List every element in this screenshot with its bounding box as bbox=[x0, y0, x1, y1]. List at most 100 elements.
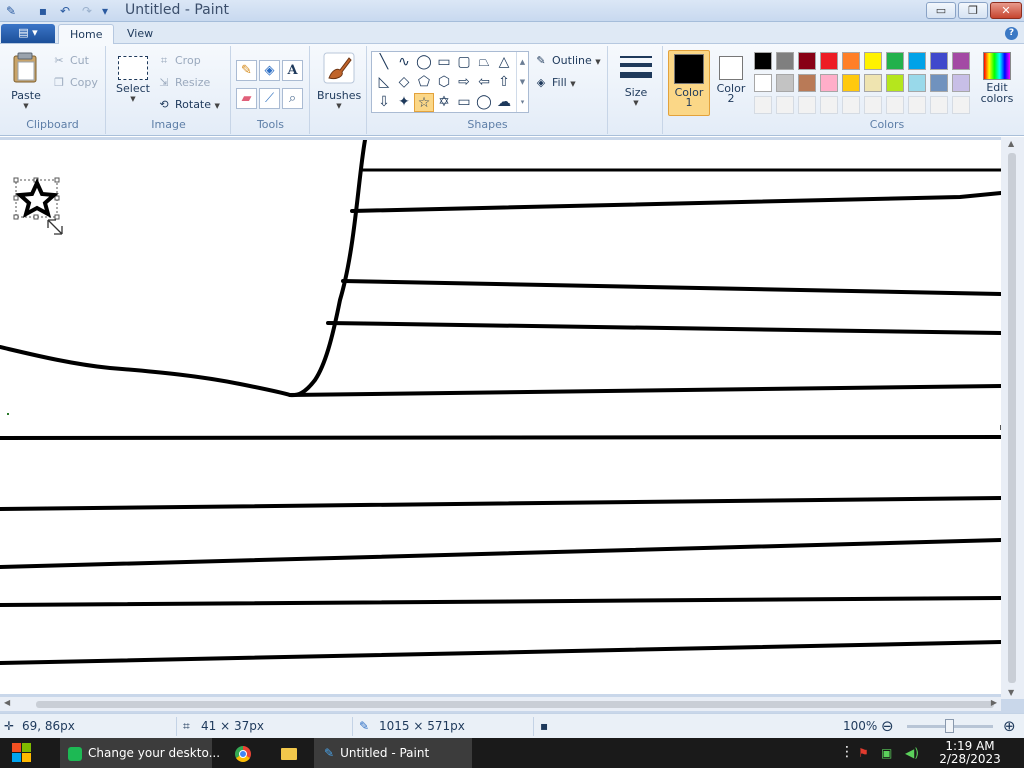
oval-callout-shape-icon[interactable]: ◯ bbox=[474, 93, 494, 112]
select-button[interactable]: Select ▼ bbox=[113, 56, 153, 103]
fill-bucket-icon[interactable]: ◈ bbox=[259, 60, 280, 81]
palette-swatch[interactable] bbox=[908, 96, 926, 114]
polygon-shape-icon[interactable]: ⏢ bbox=[474, 53, 494, 72]
palette-swatch[interactable] bbox=[864, 74, 882, 92]
undo-icon[interactable]: ↶ bbox=[57, 3, 73, 19]
palette-swatch[interactable] bbox=[952, 74, 970, 92]
taskbar-chrome[interactable] bbox=[226, 738, 260, 768]
color-picker-icon[interactable]: ⟋ bbox=[259, 88, 280, 109]
palette-swatch[interactable] bbox=[754, 74, 772, 92]
down-arrow-shape-icon[interactable]: ⇩ bbox=[374, 93, 394, 112]
fill-button[interactable]: ◈ Fill ▼ bbox=[534, 74, 576, 92]
palette-swatch[interactable] bbox=[798, 96, 816, 114]
taskbar-app-settings[interactable]: Change your deskto... bbox=[60, 738, 220, 768]
color2-button[interactable]: Color 2 bbox=[712, 53, 750, 115]
hexagon-shape-icon[interactable]: ⬡ bbox=[434, 73, 454, 92]
volume-icon[interactable]: ◀) bbox=[905, 746, 919, 760]
five-point-star-shape-icon[interactable]: ☆ bbox=[414, 93, 434, 112]
paste-button[interactable]: Paste ▼ bbox=[6, 52, 46, 110]
save-icon[interactable]: ▪ bbox=[35, 3, 51, 19]
scroll-left-icon[interactable]: ◀ bbox=[4, 698, 10, 707]
horizontal-scrollbar[interactable]: ◀ ▶ bbox=[0, 697, 1001, 711]
customize-quick-access-icon[interactable]: ▾ bbox=[97, 3, 113, 19]
palette-swatch[interactable] bbox=[754, 52, 772, 70]
palette-swatch[interactable] bbox=[798, 74, 816, 92]
outline-button[interactable]: ✎ Outline ▼ bbox=[534, 52, 600, 70]
rectangle-shape-icon[interactable]: ▭ bbox=[434, 53, 454, 72]
color1-button[interactable]: Color 1 bbox=[668, 50, 710, 116]
vertical-scroll-thumb[interactable] bbox=[1008, 153, 1016, 683]
text-tool-icon[interactable]: A bbox=[282, 60, 303, 81]
curve-shape-icon[interactable]: ∿ bbox=[394, 53, 414, 72]
zoom-out-icon[interactable]: ⊖ bbox=[881, 717, 894, 735]
action-center-flag-icon[interactable]: ⚑ bbox=[858, 746, 869, 760]
tab-home[interactable]: Home bbox=[58, 24, 115, 45]
drawing-canvas[interactable] bbox=[0, 140, 1001, 694]
palette-swatch[interactable] bbox=[886, 96, 904, 114]
oval-shape-icon[interactable]: ◯ bbox=[414, 53, 434, 72]
line-shape-icon[interactable]: ╲ bbox=[374, 53, 394, 72]
palette-swatch[interactable] bbox=[908, 52, 926, 70]
six-point-star-shape-icon[interactable]: ✡ bbox=[434, 93, 454, 112]
start-button[interactable] bbox=[0, 738, 56, 768]
palette-swatch[interactable] bbox=[930, 96, 948, 114]
scroll-up-icon[interactable]: ▲ bbox=[1008, 139, 1014, 148]
system-clock[interactable]: 1:19 AM 2/28/2023 bbox=[935, 740, 1005, 766]
right-triangle-shape-icon[interactable]: ◺ bbox=[374, 73, 394, 92]
four-point-star-shape-icon[interactable]: ✦ bbox=[394, 93, 414, 112]
maximize-button[interactable]: ❐ bbox=[958, 2, 988, 19]
palette-swatch[interactable] bbox=[776, 96, 794, 114]
rotate-button[interactable]: ⟲ Rotate ▼ bbox=[157, 96, 220, 114]
palette-swatch[interactable] bbox=[952, 96, 970, 114]
palette-swatch[interactable] bbox=[820, 74, 838, 92]
palette-swatch[interactable] bbox=[952, 52, 970, 70]
size-button[interactable]: Size ▼ bbox=[615, 54, 657, 107]
copy-button[interactable]: ❐ Copy bbox=[52, 74, 98, 92]
palette-swatch[interactable] bbox=[798, 52, 816, 70]
palette-swatch[interactable] bbox=[864, 52, 882, 70]
paint-menu-button[interactable]: ▤ ▾ bbox=[1, 24, 55, 43]
rounded-callout-shape-icon[interactable]: ▭ bbox=[454, 93, 474, 112]
resize-button[interactable]: ⇲ Resize bbox=[157, 74, 210, 92]
tab-view[interactable]: View bbox=[116, 24, 164, 45]
zoom-in-icon[interactable]: ⊕ bbox=[1003, 717, 1016, 735]
palette-swatch[interactable] bbox=[930, 52, 948, 70]
palette-swatch[interactable] bbox=[776, 52, 794, 70]
pencil-icon[interactable]: ✎ bbox=[236, 60, 257, 81]
palette-swatch[interactable] bbox=[842, 52, 860, 70]
palette-swatch[interactable] bbox=[820, 52, 838, 70]
minimize-button[interactable]: ▭ bbox=[926, 2, 956, 19]
paint-app-icon[interactable]: ✎ bbox=[3, 3, 19, 19]
help-icon[interactable]: ? bbox=[1005, 27, 1018, 40]
palette-swatch[interactable] bbox=[886, 52, 904, 70]
left-arrow-shape-icon[interactable]: ⇦ bbox=[474, 73, 494, 92]
network-icon[interactable]: ▣ bbox=[881, 746, 892, 760]
palette-swatch[interactable] bbox=[842, 74, 860, 92]
rounded-rectangle-shape-icon[interactable]: ▢ bbox=[454, 53, 474, 72]
palette-swatch[interactable] bbox=[930, 74, 948, 92]
redo-icon[interactable]: ↷ bbox=[79, 3, 95, 19]
right-arrow-shape-icon[interactable]: ⇨ bbox=[454, 73, 474, 92]
palette-swatch[interactable] bbox=[754, 96, 772, 114]
more-options-icon[interactable]: ⋮ bbox=[840, 744, 854, 760]
palette-swatch[interactable] bbox=[820, 96, 838, 114]
crop-button[interactable]: ⌗ Crop bbox=[157, 52, 201, 70]
eraser-icon[interactable]: ▰ bbox=[236, 88, 257, 109]
cloud-callout-shape-icon[interactable]: ☁ bbox=[494, 93, 514, 112]
scroll-right-icon[interactable]: ▶ bbox=[991, 698, 997, 707]
close-button[interactable]: ✕ bbox=[990, 2, 1022, 19]
horizontal-scroll-thumb[interactable] bbox=[36, 701, 994, 708]
scroll-down-icon[interactable]: ▼ bbox=[1008, 688, 1014, 697]
taskbar-file-explorer[interactable] bbox=[272, 738, 306, 768]
edit-colors-button[interactable]: Edit colors bbox=[976, 52, 1018, 104]
vertical-scrollbar[interactable]: ▲ ▼ bbox=[1001, 137, 1024, 699]
pentagon-shape-icon[interactable]: ⬠ bbox=[414, 73, 434, 92]
brushes-button[interactable]: Brushes ▼ bbox=[317, 52, 361, 110]
palette-swatch[interactable] bbox=[908, 74, 926, 92]
shapes-scroll[interactable]: ▲ ▼ ▾ bbox=[516, 52, 528, 112]
taskbar-app-paint[interactable]: ✎ Untitled - Paint bbox=[314, 738, 472, 768]
diamond-shape-icon[interactable]: ◇ bbox=[394, 73, 414, 92]
up-arrow-shape-icon[interactable]: ⇧ bbox=[494, 73, 514, 92]
cut-button[interactable]: ✂ Cut bbox=[52, 52, 89, 70]
zoom-slider-thumb[interactable] bbox=[945, 719, 954, 733]
